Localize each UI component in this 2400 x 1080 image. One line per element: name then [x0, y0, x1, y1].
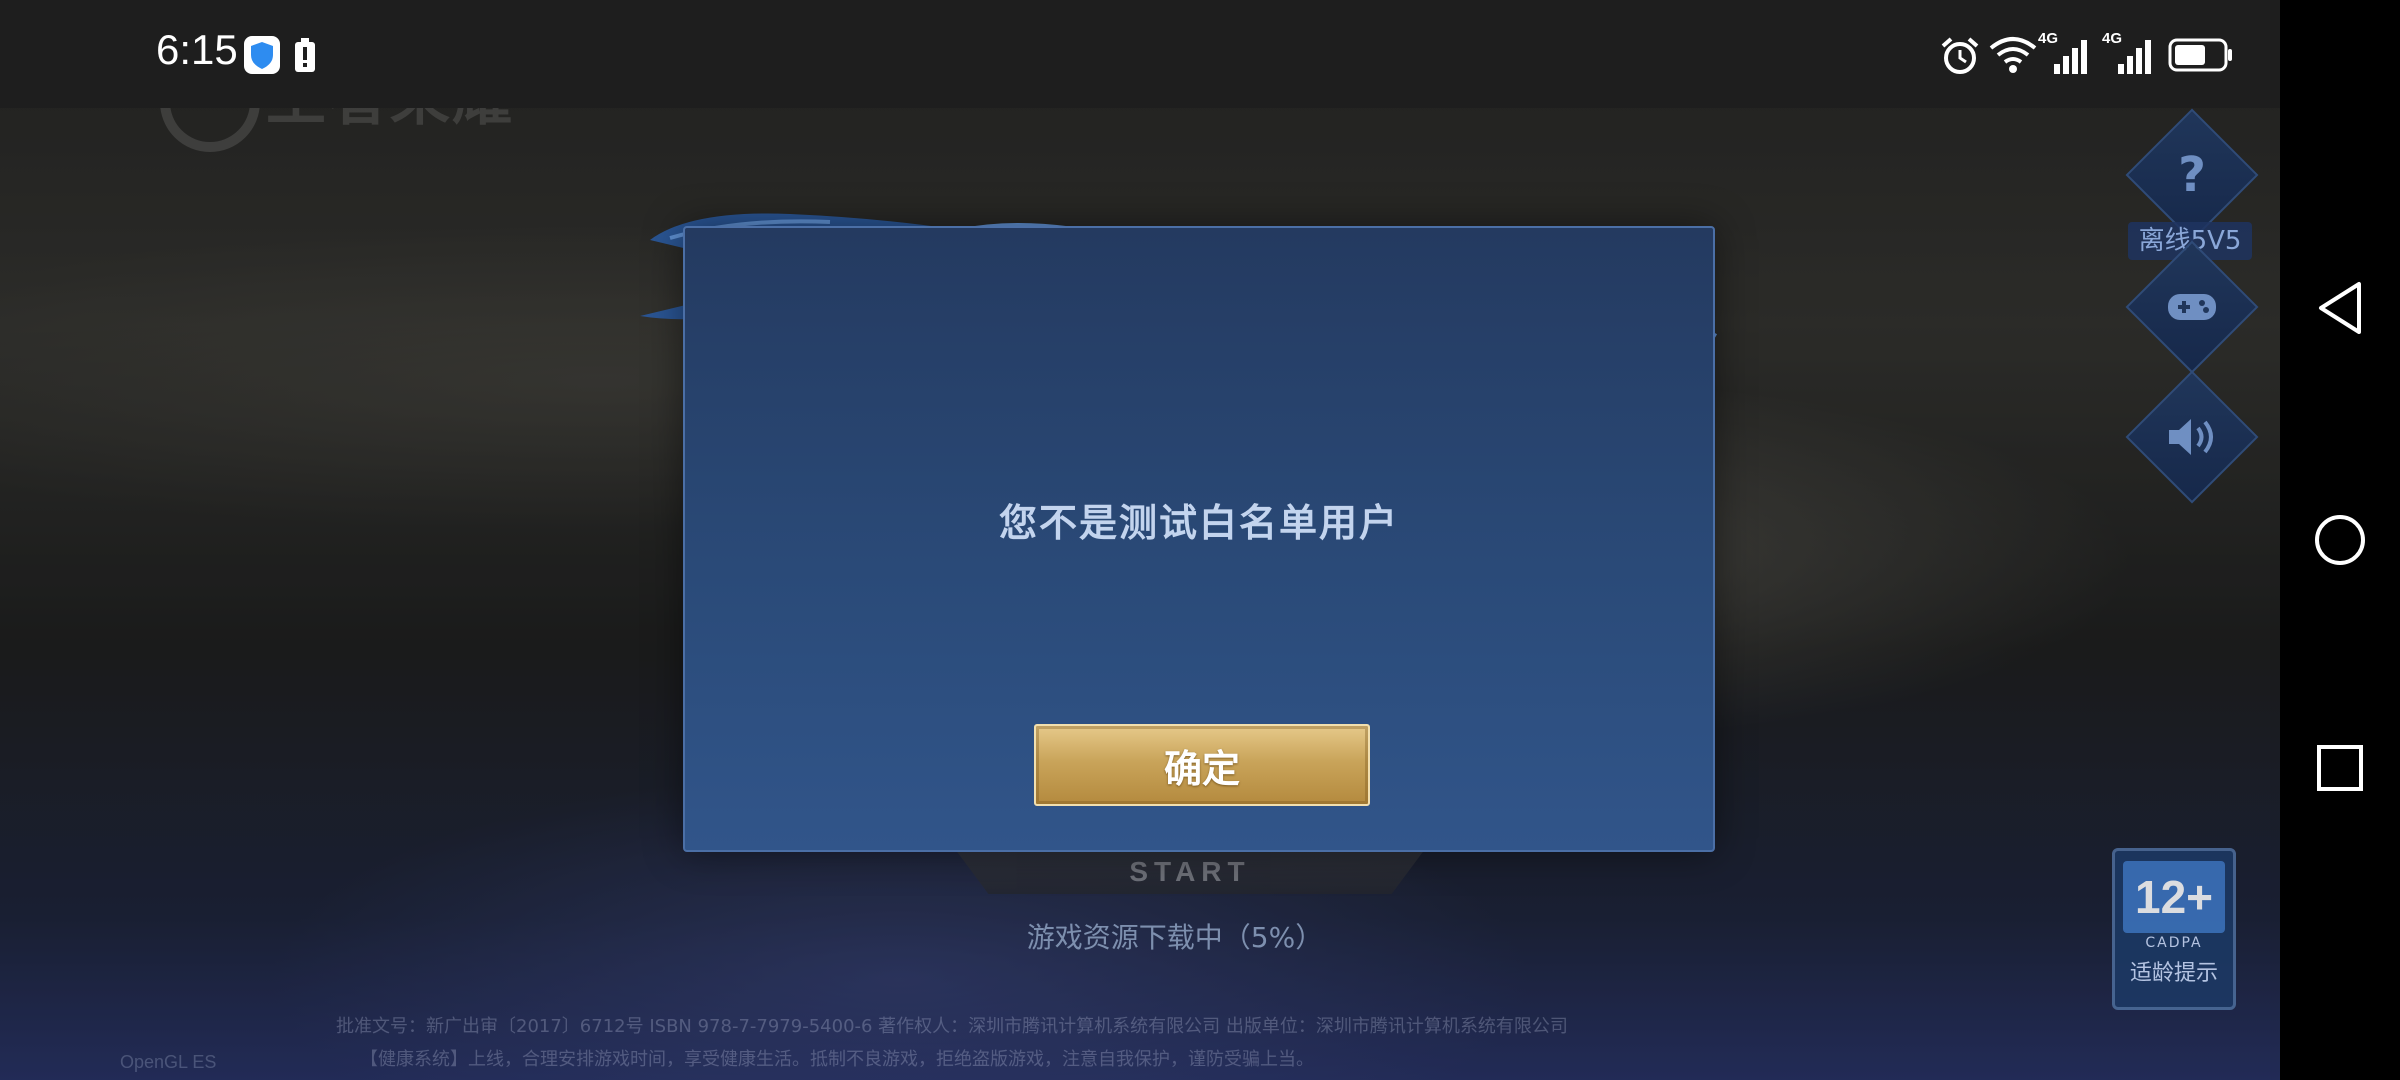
cellular-signal-1-icon: 4G — [2038, 30, 2094, 76]
nav-recents-button[interactable] — [2280, 708, 2400, 828]
speaker-icon — [2147, 392, 2237, 482]
start-label: START — [1129, 856, 1251, 887]
shield-icon — [244, 36, 280, 74]
back-triangle-icon — [2319, 282, 2361, 334]
age-rating-org: CADPA — [2145, 935, 2203, 951]
nav-back-button[interactable] — [2280, 248, 2400, 368]
alert-dialog: 您不是测试白名单用户 确定 — [683, 226, 1715, 852]
confirm-button[interactable]: 确定 — [1034, 724, 1370, 806]
recents-square-icon — [2317, 745, 2363, 791]
network-type-2: 4G — [2102, 30, 2123, 47]
battery-alert-icon — [295, 38, 315, 72]
battery-icon — [2168, 38, 2232, 72]
cellular-signal-2-icon: 4G — [2102, 30, 2158, 76]
footer-copyright-line: 批准文号：新广出审〔2017〕6712号 ISBN 978-7-7979-540… — [336, 1016, 1568, 1037]
network-type-1: 4G — [2038, 30, 2059, 47]
age-rating-value: 12+ — [2123, 861, 2225, 933]
age-rating-hint: 适龄提示 — [2129, 961, 2218, 986]
alarm-icon — [1941, 37, 1979, 74]
age-rating-badge: 12+ CADPA 适龄提示 — [2112, 848, 2236, 1010]
gamepad-icon — [2147, 262, 2237, 352]
dialog-message: 您不是测试白名单用户 — [998, 501, 1399, 545]
download-status: 游戏资源下载中（5%） — [1026, 921, 1324, 954]
engine-label: OpenGL ES — [120, 1052, 217, 1072]
navigation-bar — [2280, 0, 2400, 1080]
wifi-icon — [1989, 37, 2037, 73]
home-circle-icon — [2315, 515, 2365, 565]
status-clock: 6:15 — [156, 26, 238, 73]
status-bar: 6:15 4G 4G — [0, 0, 2280, 108]
help-icon: ? — [2178, 147, 2206, 203]
nav-home-button[interactable] — [2280, 480, 2400, 600]
footer-health-notice: 【健康系统】上线，合理安排游戏时间，享受健康生活。抵制不良游戏，拒绝盗版游戏，注… — [360, 1049, 1314, 1070]
